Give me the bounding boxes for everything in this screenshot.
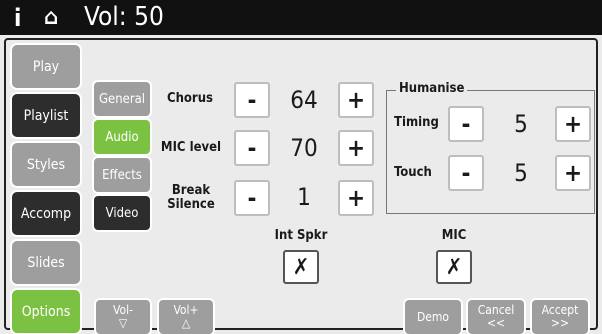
chorus-increase-button[interactable]: + — [338, 82, 374, 118]
break-silence-decrease-button[interactable]: - — [234, 180, 270, 216]
chorus-value: 64 — [290, 86, 318, 114]
cancel-button[interactable]: Cancel << — [466, 298, 526, 334]
mic-level-label: MIC level — [160, 140, 222, 155]
nav-slides-button[interactable]: Slides — [10, 239, 82, 286]
triangle-down-icon: ▽ — [118, 316, 128, 330]
touch-decrease-button[interactable]: - — [448, 155, 484, 191]
top-bar: i ⌂ Vol: 50 — [0, 0, 602, 35]
break-silence-label: Break Silence — [167, 183, 215, 212]
home-icon[interactable]: ⌂ — [44, 5, 58, 30]
demo-button[interactable]: Demo — [403, 298, 463, 334]
volume-up-button[interactable]: Vol+ △ — [157, 298, 215, 334]
subnav-video-tab[interactable]: Video — [92, 194, 152, 232]
timing-decrease-button[interactable]: - — [448, 106, 484, 142]
accept-button[interactable]: Accept >> — [530, 298, 590, 334]
break-silence-increase-button[interactable]: + — [338, 180, 374, 216]
int-spkr-label: Int Spkr — [274, 228, 328, 243]
nav-styles-button[interactable]: Styles — [10, 141, 82, 188]
int-spkr-checkbox[interactable]: ✗ — [283, 250, 319, 284]
mic-level-decrease-button[interactable]: - — [234, 130, 270, 166]
volume-down-button[interactable]: Vol- ▽ — [94, 298, 152, 334]
touch-increase-button[interactable]: + — [555, 155, 591, 191]
info-icon[interactable]: i — [14, 4, 21, 32]
mic-checkbox[interactable]: ✗ — [436, 250, 472, 284]
touch-label: Touch — [394, 165, 432, 180]
humanise-title: Humanise — [396, 81, 468, 96]
nav-playlist-button[interactable]: Playlist — [10, 92, 82, 139]
mic-level-increase-button[interactable]: + — [338, 130, 374, 166]
timing-increase-button[interactable]: + — [555, 106, 591, 142]
timing-value: 5 — [514, 110, 528, 138]
break-silence-value: 1 — [297, 183, 311, 211]
subnav-audio-tab[interactable]: Audio — [92, 118, 152, 156]
chorus-decrease-button[interactable]: - — [234, 82, 270, 118]
nav-options-button[interactable]: Options — [10, 288, 82, 334]
volume-readout: Vol: 50 — [84, 2, 164, 32]
subnav-general-tab[interactable]: General — [92, 80, 152, 118]
chorus-label: Chorus — [166, 91, 213, 106]
triangle-up-icon: △ — [181, 316, 191, 330]
timing-label: Timing — [394, 115, 439, 130]
subnav-effects-tab[interactable]: Effects — [92, 156, 152, 194]
nav-play-button[interactable]: Play — [10, 43, 82, 90]
mic-label: MIC — [441, 228, 467, 243]
nav-accomp-button[interactable]: Accomp — [10, 190, 82, 237]
touch-value: 5 — [514, 159, 528, 187]
mic-level-value: 70 — [290, 134, 318, 162]
